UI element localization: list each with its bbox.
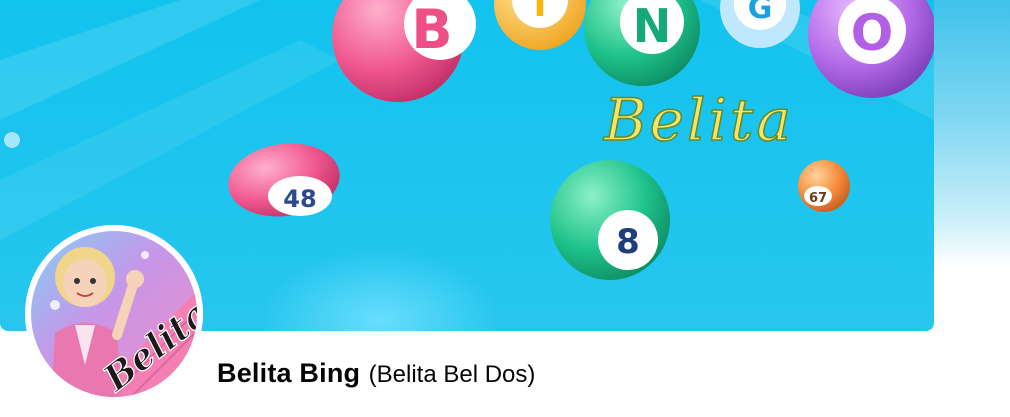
ball-number-48: 48 — [283, 185, 316, 213]
profile-name[interactable]: Belita Bing — [217, 358, 360, 388]
ball-number-8: 8 — [616, 222, 640, 262]
profile-alternate-name: (Belita Bel Dos) — [368, 361, 536, 388]
cover-logo-word: Belita — [603, 86, 794, 154]
bingo-letter-o: O — [851, 4, 894, 62]
profile-name-row: Belita Bing (Belita Bel Dos) — [217, 358, 535, 389]
sparkle — [141, 251, 149, 259]
bingo-letter-g: G — [748, 0, 773, 26]
sparkle — [50, 300, 60, 310]
bingo-ball-8: 8 — [550, 160, 670, 280]
bingo-letter-n: N — [633, 0, 672, 53]
bingo-ball-67: 67 — [798, 160, 850, 212]
sparkle — [4, 132, 20, 148]
bingo-letter-i: I — [534, 0, 547, 25]
bingo-letter-b: B — [411, 0, 452, 61]
ball-number-67: 67 — [809, 191, 827, 206]
profile-picture[interactable]: Belita — [25, 225, 203, 403]
